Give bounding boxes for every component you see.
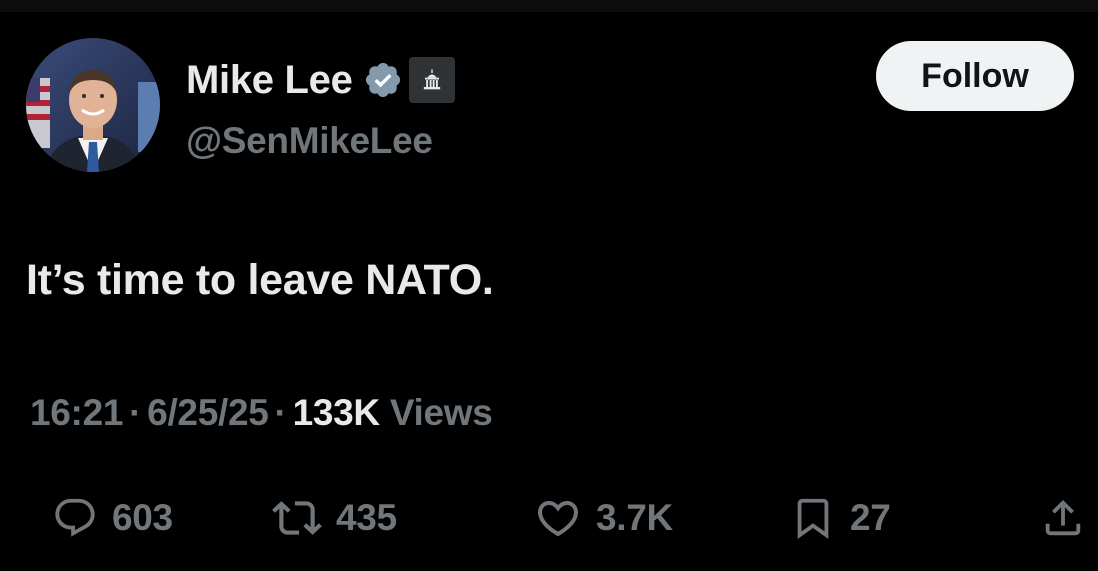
tweet-date[interactable]: 6/25/25 (147, 392, 269, 433)
share-button[interactable] (1040, 490, 1086, 546)
repost-button[interactable]: 435 (272, 490, 397, 546)
bookmark-button[interactable]: 27 (790, 490, 891, 546)
top-edge-strip (0, 0, 1098, 12)
views-label[interactable]: Views (390, 392, 493, 433)
like-button[interactable]: 3.7K (534, 490, 673, 546)
meta-separator: · (129, 392, 142, 433)
capitol-building-icon[interactable] (408, 57, 455, 103)
tweet-card: Mike Lee @SenMikeLee Follow It’s time to (0, 12, 1098, 571)
reply-button[interactable]: 603 (52, 490, 173, 546)
author-name-row: Mike Lee (186, 56, 455, 104)
reply-count: 603 (112, 497, 173, 538)
tweet-time[interactable]: 16:21 (30, 392, 123, 433)
heart-icon (537, 501, 579, 537)
bookmark-icon (797, 498, 829, 539)
tweet-meta: 16:21 · 6/25/25 · 133K Views (30, 392, 493, 434)
repost-icon (272, 501, 322, 535)
avatar[interactable] (26, 38, 160, 172)
tweet-actions: 603 435 3.7K 27 (0, 490, 1098, 546)
author-handle[interactable]: @SenMikeLee (186, 120, 433, 162)
author-display-name[interactable]: Mike Lee (186, 58, 353, 103)
avatar-photo (26, 38, 160, 172)
like-count: 3.7K (596, 497, 673, 538)
views-count[interactable]: 133K (293, 392, 381, 433)
reply-icon (55, 498, 95, 537)
verified-badge-icon[interactable] (363, 60, 403, 100)
tweet-text: It’s time to leave NATO. (26, 256, 494, 304)
meta-separator: · (274, 392, 287, 433)
bookmark-count: 27 (850, 497, 891, 538)
share-icon (1045, 499, 1081, 536)
repost-count: 435 (336, 497, 397, 538)
follow-button[interactable]: Follow (876, 41, 1074, 111)
